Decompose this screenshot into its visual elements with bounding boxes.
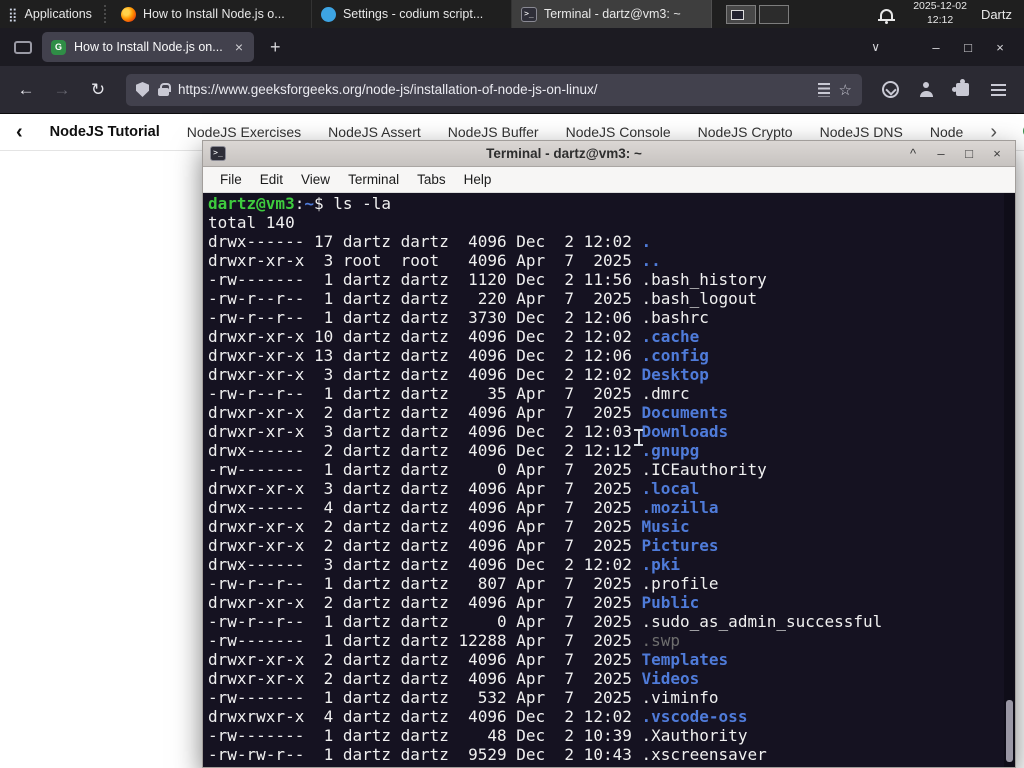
terminal-maximize-button[interactable]: □ <box>958 147 980 160</box>
workspace-window-thumb <box>730 9 744 20</box>
panel-clock[interactable]: 2025-12-02 12:12 <box>913 0 967 27</box>
browser-tab[interactable]: G How to Install Node.js on... × <box>42 32 254 62</box>
reload-button[interactable]: ↻ <box>82 74 114 106</box>
menu-view[interactable]: View <box>292 172 339 187</box>
terminal-close-button[interactable]: × <box>986 147 1008 160</box>
menu-help[interactable]: Help <box>455 172 501 187</box>
mouse-cursor <box>634 429 643 446</box>
app-menu-button[interactable] <box>982 74 1014 106</box>
geeksforgeeks-favicon: G <box>51 39 66 55</box>
taskbar-item-codium[interactable]: Settings - codium script... <box>312 0 512 28</box>
account-button[interactable] <box>910 74 942 106</box>
tracking-protection-shield-icon[interactable] <box>136 82 149 97</box>
panel-separator <box>103 5 108 23</box>
terminal-scrollbar[interactable] <box>1004 193 1015 767</box>
hamburger-menu-icon <box>990 83 1006 96</box>
lock-icon[interactable] <box>158 83 171 96</box>
site-nav-link-buffer[interactable]: NodeJS Buffer <box>448 124 539 140</box>
terminal-shade-button[interactable]: ^ <box>902 147 924 160</box>
back-button[interactable]: ← <box>10 74 42 106</box>
firefox-view-icon[interactable] <box>14 40 32 54</box>
reader-mode-icon[interactable] <box>817 82 830 97</box>
url-text[interactable]: https://www.geeksforgeeks.org/node-js/in… <box>178 82 809 97</box>
taskbar: How to Install Node.js o... Settings - c… <box>112 0 712 28</box>
address-bar[interactable]: https://www.geeksforgeeks.org/node-js/in… <box>126 73 862 106</box>
navigation-toolbar: ← → ↻ https://www.geeksforgeeks.org/node… <box>0 66 1024 114</box>
browser-close-button[interactable]: × <box>984 40 1016 55</box>
site-nav-link-dns[interactable]: NodeJS DNS <box>820 124 903 140</box>
menu-tabs[interactable]: Tabs <box>408 172 455 187</box>
bookmark-star-icon[interactable]: ☆ <box>839 81 852 99</box>
menu-file[interactable]: File <box>211 172 251 187</box>
taskbar-item-terminal[interactable]: >_ Terminal - dartz@vm3: ~ <box>511 0 712 28</box>
terminal-output[interactable]: dartz@vm3:~$ ls -la total 140 drwx------ 1… <box>203 193 1015 767</box>
site-nav-link-assert[interactable]: NodeJS Assert <box>328 124 421 140</box>
site-nav-link-tutorial[interactable]: NodeJS Tutorial <box>50 124 160 140</box>
tab-bar: G How to Install Node.js on... × + ∨ – □… <box>0 28 1024 66</box>
nav-chevron-left-icon[interactable]: ‹ <box>16 122 23 142</box>
site-nav-link-crypto[interactable]: NodeJS Crypto <box>698 124 793 140</box>
tab-list-chevron-icon[interactable]: ∨ <box>871 40 880 54</box>
terminal-minimize-button[interactable]: – <box>930 147 952 160</box>
new-tab-button[interactable]: + <box>264 37 287 58</box>
nav-chevron-right-icon[interactable]: › <box>990 122 997 142</box>
applications-menu[interactable]: ⣿ Applications <box>0 0 104 28</box>
forward-button[interactable]: → <box>46 74 78 106</box>
extensions-button[interactable] <box>946 74 978 106</box>
bell-icon <box>877 9 895 24</box>
notification-bell-button[interactable] <box>873 9 899 24</box>
site-nav-link-exercises[interactable]: NodeJS Exercises <box>187 124 301 140</box>
account-icon <box>918 81 935 98</box>
browser-maximize-button[interactable]: □ <box>952 40 984 55</box>
terminal-title: Terminal - dartz@vm3: ~ <box>486 146 642 161</box>
terminal-scrollbar-thumb[interactable] <box>1006 700 1013 762</box>
tab-close-icon[interactable]: × <box>233 39 245 55</box>
terminal-lines: dartz@vm3:~$ ls -la total 140 drwx------ 1… <box>208 194 883 764</box>
browser-minimize-button[interactable]: – <box>920 40 952 55</box>
menu-terminal[interactable]: Terminal <box>339 172 408 187</box>
taskbar-item-firefox[interactable]: How to Install Node.js o... <box>112 0 312 28</box>
user-label[interactable]: Dartz <box>981 7 1012 22</box>
terminal-window: >_ Terminal - dartz@vm3: ~ ^ – □ × File … <box>202 140 1016 768</box>
applications-label: Applications <box>24 7 92 21</box>
terminal-icon: >_ <box>520 6 537 22</box>
codium-icon <box>320 6 336 22</box>
pocket-icon <box>881 81 899 98</box>
workspace-switcher <box>725 4 789 24</box>
extensions-puzzle-icon <box>951 79 969 96</box>
site-nav-link-console[interactable]: NodeJS Console <box>566 124 671 140</box>
site-nav-link-more[interactable]: Node <box>930 124 963 140</box>
workspace-1[interactable] <box>725 4 756 24</box>
pocket-button[interactable] <box>874 74 906 106</box>
top-panel: ⣿ Applications How to Install Node.js o.… <box>0 0 1024 28</box>
tab-title: How to Install Node.js on... <box>74 40 223 54</box>
terminal-menubar: File Edit View Terminal Tabs Help <box>203 167 1015 193</box>
menu-edit[interactable]: Edit <box>251 172 292 187</box>
applications-icon: ⣿ <box>8 6 18 22</box>
clock-time: 12:12 <box>926 14 954 26</box>
clock-date: 2025-12-02 <box>913 0 967 13</box>
terminal-window-icon: >_ <box>210 146 226 161</box>
terminal-titlebar[interactable]: >_ Terminal - dartz@vm3: ~ ^ – □ × <box>203 141 1015 167</box>
workspace-2[interactable] <box>758 4 789 24</box>
firefox-icon <box>120 6 136 22</box>
